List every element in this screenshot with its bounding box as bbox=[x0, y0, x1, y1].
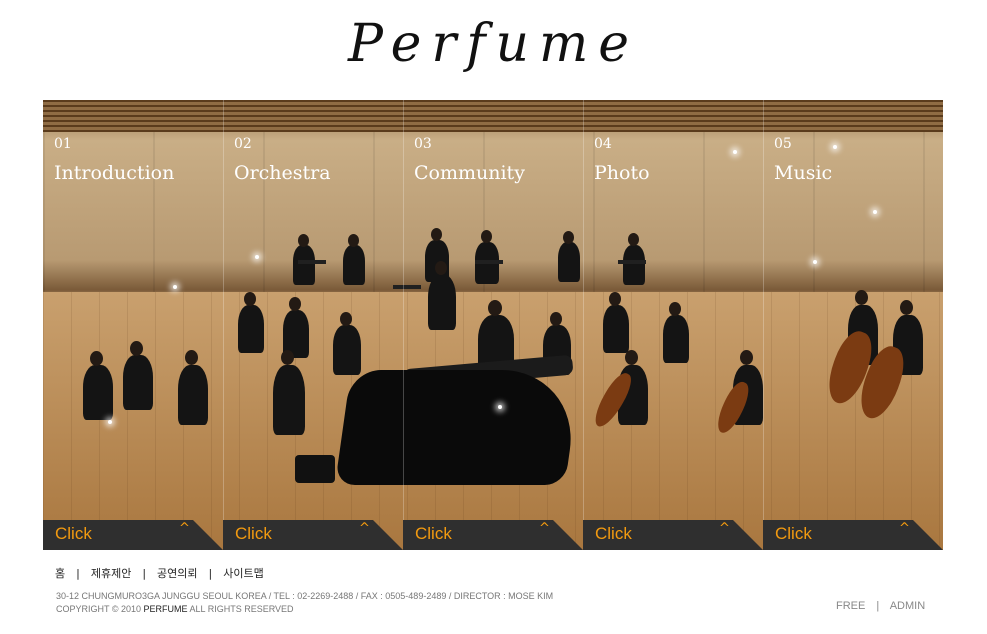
footer-link-home[interactable]: 홈 bbox=[55, 565, 65, 581]
footer-separator: | bbox=[208, 567, 213, 580]
footer-link-partnership[interactable]: 제휴제안 bbox=[91, 565, 131, 581]
caret-up-icon: ^ bbox=[359, 521, 370, 536]
panel-number: 02 bbox=[234, 136, 252, 152]
click-tab[interactable]: Click ^ bbox=[43, 520, 223, 550]
panel-number: 01 bbox=[54, 136, 72, 152]
click-tab[interactable]: Click ^ bbox=[403, 520, 583, 550]
footer-separator: | bbox=[76, 567, 80, 580]
panel-number: 03 bbox=[414, 136, 432, 152]
nav-panel-music[interactable]: 05 Music Click ^ bbox=[763, 100, 943, 550]
click-tab[interactable]: Click ^ bbox=[763, 520, 943, 550]
copyright-brand: PERFUME bbox=[143, 604, 188, 614]
panel-title[interactable]: Photo bbox=[594, 162, 650, 184]
click-label[interactable]: Click bbox=[775, 524, 812, 544]
panel-title[interactable]: Music bbox=[774, 162, 832, 184]
copyright-prefix: COPYRIGHT © 2010 bbox=[56, 604, 144, 614]
caret-up-icon: ^ bbox=[899, 521, 910, 536]
caret-up-icon: ^ bbox=[539, 521, 550, 536]
footer-address: 30-12 CHUNGMURO3GA JUNGGU SEOUL KOREA / … bbox=[56, 591, 554, 601]
footer-nav: 홈 | 제휴제안 | 공연의뢰 | 사이트맵 bbox=[55, 565, 264, 581]
footer-copyright: COPYRIGHT © 2010 PERFUME ALL RIGHTS RESE… bbox=[56, 604, 294, 614]
nav-panel-photo[interactable]: 04 Photo Click ^ bbox=[583, 100, 764, 550]
click-label[interactable]: Click bbox=[415, 524, 452, 544]
click-label[interactable]: Click bbox=[595, 524, 632, 544]
caret-up-icon: ^ bbox=[719, 521, 730, 536]
footer-separator: | bbox=[142, 567, 147, 580]
caret-up-icon: ^ bbox=[179, 521, 190, 536]
footer-link-performance-request[interactable]: 공연의뢰 bbox=[157, 565, 197, 581]
click-label[interactable]: Click bbox=[235, 524, 272, 544]
nav-panel-introduction[interactable]: 01 Introduction Click ^ bbox=[43, 100, 224, 550]
free-link[interactable]: FREE bbox=[836, 600, 865, 612]
click-tab[interactable]: Click ^ bbox=[583, 520, 763, 550]
panel-title[interactable]: Introduction bbox=[54, 162, 174, 184]
copyright-suffix: ALL RIGHTS RESERVED bbox=[187, 604, 294, 614]
nav-panel-community[interactable]: 03 Community Click ^ bbox=[403, 100, 584, 550]
hero-photo-stage: 01 Introduction Click ^ 02 Orchestra Cli… bbox=[43, 100, 943, 550]
admin-separator: | bbox=[876, 600, 880, 612]
click-tab[interactable]: Click ^ bbox=[223, 520, 403, 550]
admin-links: FREE | ADMIN bbox=[836, 600, 925, 612]
panel-title[interactable]: Orchestra bbox=[234, 162, 331, 184]
brand-logo[interactable]: Perfume bbox=[0, 14, 987, 74]
panel-number: 04 bbox=[594, 136, 612, 152]
panel-number: 05 bbox=[774, 136, 792, 152]
click-label[interactable]: Click bbox=[55, 524, 92, 544]
nav-panel-orchestra[interactable]: 02 Orchestra Click ^ bbox=[223, 100, 404, 550]
panel-title[interactable]: Community bbox=[414, 162, 525, 184]
footer-link-sitemap[interactable]: 사이트맵 bbox=[223, 565, 263, 581]
admin-link[interactable]: ADMIN bbox=[890, 600, 925, 612]
